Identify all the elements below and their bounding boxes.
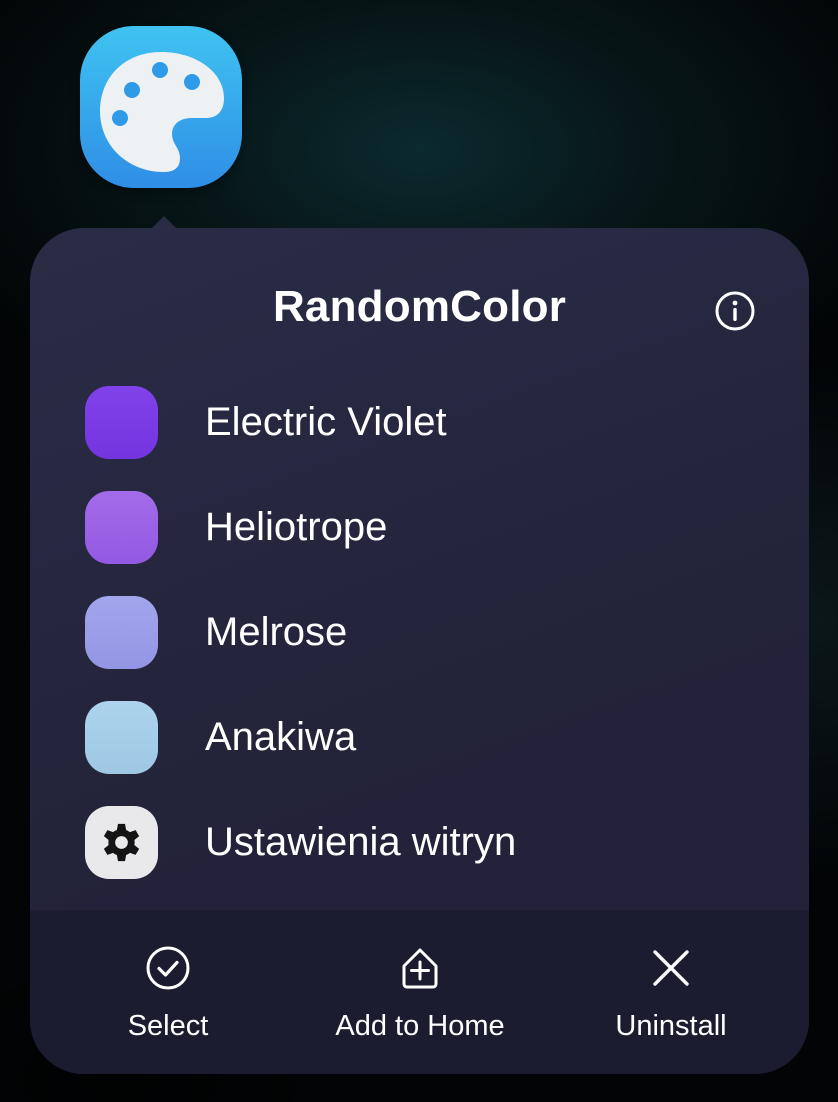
color-swatch-icon xyxy=(85,386,158,459)
shortcut-item-site-settings[interactable]: Ustawienia witryn xyxy=(30,792,809,897)
color-swatch-icon xyxy=(85,596,158,669)
popup-header: RandomColor xyxy=(30,228,809,388)
shortcut-label: Anakiwa xyxy=(205,715,357,759)
shortcut-label: Melrose xyxy=(205,610,348,654)
shortcut-item-anakiwa[interactable]: Anakiwa xyxy=(30,687,809,792)
info-icon[interactable] xyxy=(714,290,756,332)
add-to-home-icon xyxy=(396,944,444,992)
shortcut-label: Heliotrope xyxy=(205,505,388,549)
add-to-home-button[interactable]: Add to Home xyxy=(295,910,545,1074)
palette-glyph xyxy=(100,52,224,172)
select-button[interactable]: Select xyxy=(43,910,293,1074)
action-bar: Select Add to Home Uninstall xyxy=(30,910,809,1074)
shortcut-item-heliotrope[interactable]: Heliotrope xyxy=(30,477,809,582)
app-shortcuts-popup: RandomColor Electric Violet Heliotrope M… xyxy=(30,228,809,1074)
select-label: Select xyxy=(127,1010,209,1042)
palette-icon[interactable] xyxy=(80,26,242,188)
gear-icon xyxy=(85,806,158,879)
check-circle-icon xyxy=(144,944,192,992)
shortcut-item-electric-violet[interactable]: Electric Violet xyxy=(30,372,809,477)
color-swatch-icon xyxy=(85,701,158,774)
popup-title: RandomColor xyxy=(272,282,567,331)
shortcut-label: Ustawienia witryn xyxy=(205,820,517,864)
uninstall-label: Uninstall xyxy=(615,1010,727,1042)
add-to-home-label: Add to Home xyxy=(335,1010,505,1042)
uninstall-button[interactable]: Uninstall xyxy=(546,910,796,1074)
color-swatch-icon xyxy=(85,491,158,564)
shortcut-label: Electric Violet xyxy=(205,400,447,444)
shortcut-item-melrose[interactable]: Melrose xyxy=(30,582,809,687)
close-icon xyxy=(647,944,695,992)
